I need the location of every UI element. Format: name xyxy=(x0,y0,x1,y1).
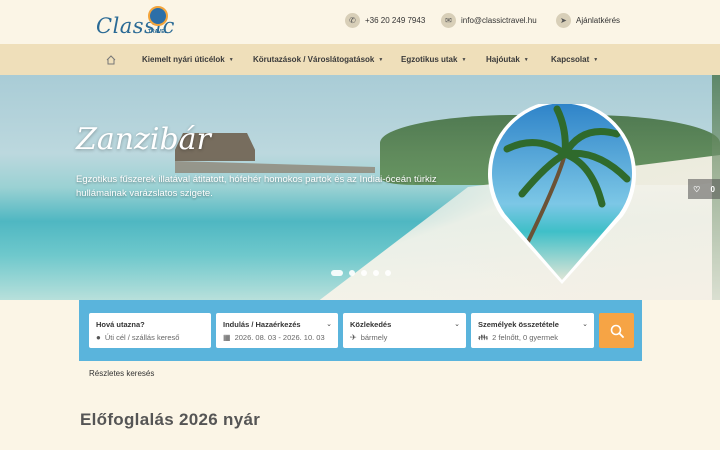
transport-icon: ✈ xyxy=(350,333,357,342)
phone-icon: ✆ xyxy=(345,13,360,28)
quote-request-link[interactable]: ➤ Ajánlatkérés xyxy=(556,13,620,28)
top-bar: Classic TRAVEL ✆ +36 20 249 7943 ✉ info@… xyxy=(0,0,720,44)
search-panel: Hová utazna? ● Úti cél / szállás kereső … xyxy=(79,300,642,361)
hero-description: Egzotikus fűszerek illatával átitatott, … xyxy=(76,174,437,199)
nav-contact[interactable]: Kapcsolat ▼ xyxy=(551,44,598,75)
location-pin-image xyxy=(488,104,636,284)
nav-featured-summer[interactable]: Kiemelt nyári úticélok ▼ xyxy=(142,44,234,75)
nav-cruises-label: Hajóutak xyxy=(486,55,520,64)
hero-slider[interactable]: Zanzibár Egzotikus fűszerek illatával át… xyxy=(0,75,720,300)
slider-dot-5[interactable] xyxy=(385,270,391,276)
people-icon: 👪︎ xyxy=(478,333,489,342)
quote-request-label: Ajánlatkérés xyxy=(576,16,621,25)
envelope-icon: ✉ xyxy=(441,13,456,28)
email-address: info@classictravel.hu xyxy=(461,16,537,25)
logo-emblem-icon xyxy=(148,6,168,26)
nav-tours-label: Körutazások / Városlátogatások xyxy=(253,55,375,64)
nav-featured-summer-label: Kiemelt nyári úticélok xyxy=(142,55,225,64)
phone-contact[interactable]: ✆ +36 20 249 7943 xyxy=(345,13,425,28)
search-icon xyxy=(610,324,624,338)
dates-field[interactable]: Indulás / Hazaérkezés ⌄ ▦ 2026. 08. 03 -… xyxy=(216,313,338,348)
search-button[interactable] xyxy=(599,313,634,348)
logo-badge: TRAVEL xyxy=(148,29,168,35)
slider-dot-4[interactable] xyxy=(373,270,379,276)
slider-dot-3[interactable] xyxy=(361,270,367,276)
logo[interactable]: Classic TRAVEL xyxy=(96,4,176,42)
caret-down-icon: ▼ xyxy=(461,56,467,63)
favorites-count: 0 xyxy=(710,184,715,194)
slider-dot-2[interactable] xyxy=(349,270,355,276)
dates-value: 2026. 08. 03 - 2026. 10. 03 xyxy=(234,333,325,342)
travelers-value-wrap: 👪︎ 2 felnőtt, 0 gyermek xyxy=(478,333,558,342)
caret-down-icon: ▼ xyxy=(523,56,529,63)
calendar-icon: ▦ xyxy=(223,333,231,342)
chevron-down-icon: ⌄ xyxy=(454,321,460,328)
section-title: Előfoglalás 2026 nyár xyxy=(80,410,261,429)
destination-label: Hová utazna? xyxy=(96,320,145,329)
dates-value-wrap: ▦ 2026. 08. 03 - 2026. 10. 03 xyxy=(223,333,325,342)
nav-cruises[interactable]: Hajóutak ▼ xyxy=(486,44,529,75)
dates-label: Indulás / Hazaérkezés xyxy=(223,320,301,329)
hero-title: Zanzibár xyxy=(76,122,211,157)
nav-home[interactable] xyxy=(106,44,116,75)
main-nav: Kiemelt nyári úticélok ▼ Körutazások / Vá… xyxy=(0,44,720,75)
chevron-down-icon: ⌄ xyxy=(326,321,332,328)
map-marker-icon: ● xyxy=(96,333,101,342)
email-contact[interactable]: ✉ info@classictravel.hu xyxy=(441,13,537,28)
favorites-button[interactable]: ♡ 0 xyxy=(688,179,720,199)
detailed-search-link[interactable]: Részletes keresés xyxy=(89,369,154,378)
paper-plane-icon: ➤ xyxy=(556,13,571,28)
destination-input[interactable]: Úti cél / szállás kereső xyxy=(105,333,180,342)
transport-value: bármely xyxy=(360,333,388,342)
caret-down-icon: ▼ xyxy=(593,56,599,63)
travelers-field[interactable]: Személyek összetétele ⌄ 👪︎ 2 felnőtt, 0 … xyxy=(471,313,594,348)
travelers-value: 2 felnőtt, 0 gyermek xyxy=(492,333,559,342)
heart-icon: ♡ xyxy=(693,184,701,194)
destination-value-wrap: ● Úti cél / szállás kereső xyxy=(96,333,179,342)
chevron-down-icon: ⌄ xyxy=(582,321,588,328)
transport-label: Közlekedés xyxy=(350,320,392,329)
slider-dots xyxy=(331,270,391,276)
home-icon xyxy=(106,54,116,64)
caret-down-icon: ▼ xyxy=(378,56,384,63)
destination-field[interactable]: Hová utazna? ● Úti cél / szállás kereső xyxy=(89,313,211,348)
transport-value-wrap: ✈ bármely xyxy=(350,333,387,342)
phone-number: +36 20 249 7943 xyxy=(365,16,426,25)
nav-tours[interactable]: Körutazások / Városlátogatások ▼ xyxy=(253,44,383,75)
nav-exotic[interactable]: Egzotikus utak ▼ xyxy=(401,44,466,75)
travelers-label: Személyek összetétele xyxy=(478,320,559,329)
caret-down-icon: ▼ xyxy=(228,56,234,63)
slider-dot-1[interactable] xyxy=(331,270,343,276)
nav-contact-label: Kapcsolat xyxy=(551,55,590,64)
nav-exotic-label: Egzotikus utak xyxy=(401,55,458,64)
transport-field[interactable]: Közlekedés ⌄ ✈ bármely xyxy=(343,313,466,348)
